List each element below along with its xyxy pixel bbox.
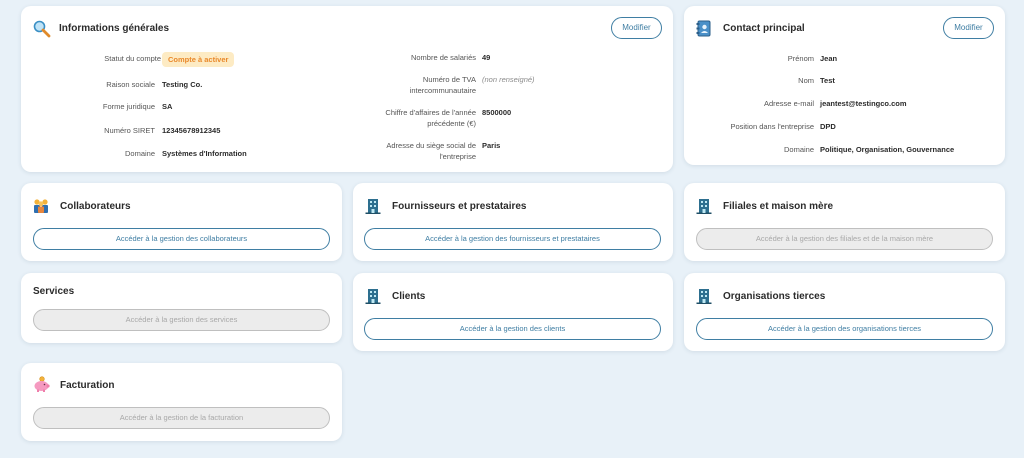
building-icon <box>365 199 381 214</box>
manage-suppliers-button[interactable]: Accéder à la gestion des fournisseurs et… <box>364 228 661 250</box>
label-account-status: Statut du compte <box>104 54 161 63</box>
manage-clients-button[interactable]: Accéder à la gestion des clients <box>364 318 661 340</box>
value-employees: 49 <box>482 53 491 62</box>
billing-card: Facturation Accéder à la gestion de la f… <box>21 363 342 441</box>
main-contact-card: Contact principal Modifier Prénom Jean N… <box>684 6 1005 165</box>
building-icon <box>696 289 712 304</box>
value-revenue: 8500000 <box>482 108 512 117</box>
subsidiaries-card: Filiales et maison mère Accéder à la ges… <box>684 183 1005 261</box>
label-position: Position dans l'entreprise <box>730 122 814 131</box>
label-vat-number: Numéro de TVA intercommunautaire <box>409 75 476 95</box>
manage-services-button[interactable]: Accéder à la gestion des services <box>33 309 330 331</box>
label-legal-form: Forme juridique <box>102 102 155 111</box>
value-siret: 12345678912345 <box>162 126 221 135</box>
piggy-bank-icon <box>34 376 50 392</box>
general-info-modify-button[interactable]: Modifier <box>611 17 662 39</box>
address-book-icon <box>696 20 711 37</box>
collaborators-card: Collaborateurs Accéder à la gestion des … <box>21 183 342 261</box>
suppliers-card: Fournisseurs et prestataires Accéder à l… <box>353 183 673 261</box>
third-party-organisations-card: Organisations tierces Accéder à la gesti… <box>684 273 1005 351</box>
suppliers-title: Fournisseurs et prestataires <box>392 201 527 212</box>
value-last-name: Test <box>820 76 835 85</box>
label-domain: Domaine <box>124 149 155 158</box>
clients-title: Clients <box>392 291 426 302</box>
label-first-name: Prénom <box>787 54 814 63</box>
building-icon <box>696 199 712 214</box>
manage-subsidiaries-button[interactable]: Accéder à la gestion des filiales et de … <box>696 228 993 250</box>
magnifier-icon <box>33 20 51 38</box>
value-position: DPD <box>820 122 836 131</box>
label-company-name: Raison sociale <box>106 80 155 89</box>
value-company-name: Testing Co. <box>162 80 203 89</box>
subsidiaries-title: Filiales et maison mère <box>723 201 834 212</box>
label-contact-domain: Domaine <box>783 145 814 154</box>
label-revenue: Chiffre d'affaires de l'année précédente… <box>385 108 476 128</box>
building-icon <box>365 289 381 304</box>
main-contact-title: Contact principal <box>723 23 805 34</box>
value-headquarters: Paris <box>482 141 501 150</box>
value-contact-domain: Politique, Organisation, Gouvernance <box>820 145 955 154</box>
general-info-title: Informations générales <box>59 23 170 34</box>
value-email: jeantest@testingco.com <box>820 99 907 108</box>
manage-billing-button[interactable]: Accéder à la gestion de la facturation <box>33 407 330 429</box>
value-first-name: Jean <box>820 54 838 63</box>
label-last-name: Nom <box>798 76 814 85</box>
general-info-card: Informations générales Modifier Statut d… <box>21 6 673 172</box>
manage-collaborators-button[interactable]: Accéder à la gestion des collaborateurs <box>33 228 330 250</box>
billing-title: Facturation <box>60 380 115 391</box>
label-headquarters: Adresse du siège social de l'entreprise <box>386 141 476 161</box>
value-domain: Systèmes d'Information <box>162 149 247 158</box>
third-party-organisations-title: Organisations tierces <box>723 291 826 302</box>
clients-card: Clients Accéder à la gestion des clients <box>353 273 673 351</box>
value-vat-number: (non renseigné) <box>482 75 535 84</box>
label-employees: Nombre de salariés <box>410 53 476 62</box>
collaborators-title: Collaborateurs <box>60 201 131 212</box>
people-icon <box>34 199 48 213</box>
label-email: Adresse e-mail <box>763 99 814 108</box>
manage-third-party-organisations-button[interactable]: Accéder à la gestion des organisations t… <box>696 318 993 340</box>
services-title: Services <box>33 286 75 297</box>
services-card: Services Accéder à la gestion des servic… <box>21 273 342 343</box>
value-legal-form: SA <box>162 102 173 111</box>
main-contact-modify-button[interactable]: Modifier <box>943 17 994 39</box>
account-status-badge: Compte à activer <box>162 52 235 67</box>
label-siret: Numéro SIRET <box>104 126 155 135</box>
